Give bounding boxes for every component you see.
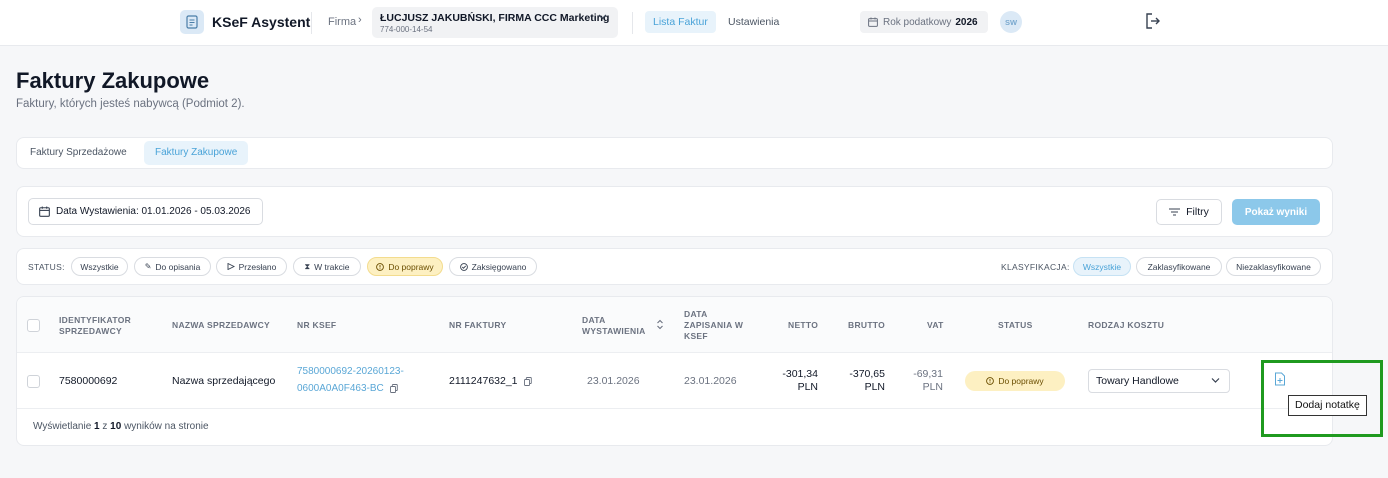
- th-saved-date[interactable]: DATA ZAPISANIA W KSEF: [684, 309, 743, 342]
- cost-type-select[interactable]: Towary Handlowe: [1088, 369, 1230, 393]
- chevron-right-icon: ›: [358, 14, 362, 26]
- cell-saved-date: 23.01.2026: [684, 375, 737, 387]
- th-ksef-nr[interactable]: NR KSEF: [297, 320, 336, 331]
- alert-circle-icon: [986, 377, 995, 385]
- nav-ustawienia[interactable]: Ustawienia: [728, 11, 779, 33]
- cell-invoice-nr: 2111247632_1: [449, 375, 532, 387]
- status-chip-przeslano[interactable]: Przesłano: [216, 257, 287, 276]
- row-divider: [17, 408, 1332, 409]
- edit-icon: ✎: [144, 262, 152, 271]
- date-range-button[interactable]: Data Wystawienia: 01.01.2026 - 05.03.202…: [28, 198, 263, 225]
- filter-icon: [1169, 208, 1181, 216]
- send-icon: [227, 263, 235, 270]
- pagination-info: Wyświetlanie 1 z 10 wyników na stronie: [33, 421, 209, 432]
- status-chip-w-trakcie[interactable]: ⧗ W trakcie: [293, 257, 361, 276]
- th-netto[interactable]: NETTO: [788, 320, 818, 331]
- divider: [632, 12, 633, 34]
- status-chip-zaksiegowano[interactable]: Zaksięgowano: [449, 257, 537, 276]
- th-cost-type[interactable]: RODZAJ KOSZTU: [1088, 320, 1164, 331]
- company-name: ŁUCJUSZ JAKUBŃSKI, FIRMA CCC Marketing: [380, 12, 610, 24]
- sort-icon[interactable]: [656, 319, 664, 330]
- copy-icon[interactable]: [523, 376, 532, 386]
- status-chip-do-poprawy[interactable]: Do poprawy: [367, 257, 443, 276]
- th-invoice-nr[interactable]: NR FAKTURY: [449, 320, 506, 331]
- cell-brutto: -370,65 PLN: [849, 368, 885, 393]
- alert-circle-icon: [376, 262, 385, 271]
- calendar-icon: [868, 17, 878, 27]
- date-range-label: Data Wystawienia: 01.01.2026 - 05.03.202…: [56, 206, 251, 217]
- copy-icon[interactable]: [389, 384, 398, 393]
- th-issue-date[interactable]: DATA WYSTAWIENIA: [582, 315, 646, 337]
- cell-seller-name: Nazwa sprzedającego: [172, 375, 276, 387]
- filters-label: Filtry: [1186, 206, 1209, 218]
- avatar[interactable]: SW: [1000, 11, 1022, 33]
- app-logo-icon: [180, 10, 204, 34]
- check-circle-icon: [459, 262, 468, 271]
- calendar-icon: [39, 206, 50, 217]
- page-subtitle: Faktury, których jesteś nabywcą (Podmiot…: [16, 98, 245, 110]
- filters-button[interactable]: Filtry: [1156, 199, 1222, 225]
- cell-issue-date: 23.01.2026: [587, 375, 640, 387]
- klasyfikacja-label: KLASYFIKACJA:: [1001, 262, 1070, 272]
- th-status[interactable]: STATUS: [998, 320, 1033, 331]
- tab-faktury-sprzedazowe[interactable]: Faktury Sprzedażowe: [19, 141, 138, 165]
- company-nip: 774-000-14-54: [380, 25, 433, 34]
- firma-label: Firma: [328, 16, 357, 28]
- year-value: 2026: [955, 16, 978, 28]
- chevron-down-icon: [598, 14, 607, 20]
- tab-faktury-zakupowe[interactable]: Faktury Zakupowe: [144, 141, 249, 165]
- status-chip-do-opisania[interactable]: ✎ Do opisania: [134, 257, 211, 276]
- th-vat[interactable]: VAT: [927, 320, 944, 331]
- klas-chip-wszystkie[interactable]: Wszystkie: [1073, 257, 1131, 276]
- highlight-box: [1261, 360, 1383, 437]
- status-badge: Do poprawy: [965, 371, 1065, 391]
- th-brutto[interactable]: BRUTTO: [848, 320, 885, 331]
- status-label: STATUS:: [28, 262, 65, 272]
- year-label: Rok podatkowy: [883, 16, 952, 28]
- cell-ksef-nr-link[interactable]: 7580000692-20260123- 0600A0A0F463-BC: [297, 363, 404, 397]
- th-seller-id[interactable]: IDENTYFIKATOR SPRZEDAWCY: [59, 315, 131, 337]
- logout-icon[interactable]: [1145, 12, 1161, 30]
- row-checkbox[interactable]: [27, 375, 40, 388]
- show-results-button[interactable]: Pokaż wyniki: [1232, 199, 1320, 225]
- cell-seller-id: 7580000692: [59, 375, 118, 387]
- tax-year-selector[interactable]: Rok podatkowy 2026: [860, 11, 988, 33]
- select-all-checkbox[interactable]: [27, 319, 40, 332]
- klas-chip-niezaklasyfikowane[interactable]: Niezaklasyfikowane: [1226, 257, 1321, 276]
- hourglass-icon: ⧗: [304, 261, 311, 271]
- status-chip-wszystkie[interactable]: Wszystkie: [71, 257, 128, 276]
- cell-vat: -69,31 PLN: [913, 368, 943, 393]
- cell-netto: -301,34 PLN: [782, 368, 818, 393]
- th-seller-name[interactable]: NAZWA SPRZEDAWCY: [172, 320, 270, 331]
- page-title: Faktury Zakupowe: [16, 68, 210, 93]
- klas-chip-zaklasyfikowane[interactable]: Zaklasyfikowane: [1136, 257, 1222, 276]
- nav-lista-faktur[interactable]: Lista Faktur: [645, 11, 716, 33]
- divider: [311, 12, 312, 34]
- app-title: KSeF Asystent: [212, 14, 311, 30]
- chevron-down-icon: [1211, 375, 1220, 385]
